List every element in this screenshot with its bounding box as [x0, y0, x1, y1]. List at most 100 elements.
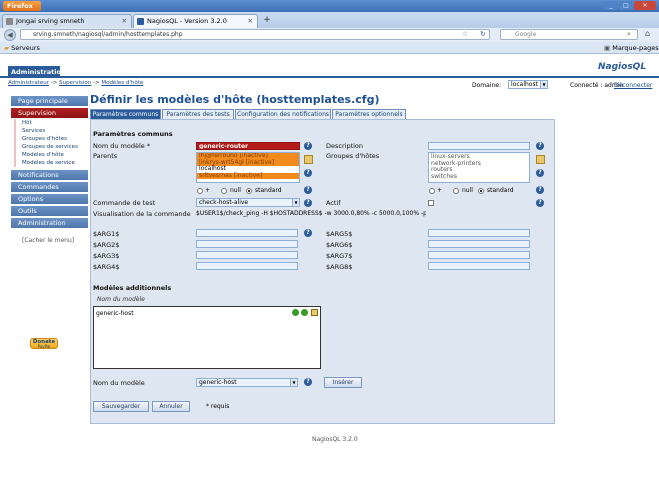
additional-templates-title: Modèles additionnels	[93, 284, 172, 292]
admin-tab[interactable]: Administration	[8, 66, 66, 78]
firefox-menu-button[interactable]: Firefox	[3, 1, 41, 11]
search-icon[interactable]: ⌕	[627, 30, 631, 39]
parents-listbox[interactable]: lhj@ferrouho [inactive] linkrys-wrt54gl …	[196, 152, 300, 183]
check-command-select[interactable]: check-host-alive ▼	[196, 198, 300, 207]
null-label: null	[230, 187, 241, 194]
help-icon[interactable]: ?	[304, 378, 312, 386]
help-icon[interactable]: ?	[536, 199, 544, 207]
arg8-input[interactable]	[428, 262, 530, 270]
domain-label: Domaine:	[472, 82, 501, 89]
arg7-input[interactable]	[428, 251, 530, 259]
page-title: Définir les modèles d'hôte (hosttemplate…	[90, 93, 380, 106]
browser-tab-1[interactable]: Jongai srving smneth ✕	[2, 14, 132, 28]
sidebar-options[interactable]: Options	[8, 194, 88, 204]
list-option[interactable]: switches	[429, 173, 529, 181]
add-template-select[interactable]: generic-host ▼	[196, 378, 298, 387]
sidebar-item-services[interactable]: Services	[14, 127, 88, 135]
arg3-input[interactable]	[196, 251, 298, 259]
reload-icon[interactable]: ↻	[480, 30, 486, 38]
arg1-input[interactable]	[196, 229, 298, 237]
sidebar-administration[interactable]: Administration	[8, 218, 88, 228]
move-down-icon[interactable]	[301, 309, 308, 316]
breadcrumb-item[interactable]: Administrateur	[8, 80, 49, 86]
hostgroups-plus-radio[interactable]	[429, 188, 435, 194]
close-tab-icon[interactable]: ✕	[122, 15, 127, 28]
tab-parametres-optionnels[interactable]: Paramètres optionnels	[332, 109, 406, 119]
additional-templates-list[interactable]: generic-host	[93, 306, 321, 369]
hide-menu-link[interactable]: [Cacher le menu]	[22, 237, 74, 244]
standard-label: standard	[487, 187, 514, 194]
arg2-input[interactable]	[196, 240, 298, 248]
tab-configuration-notifications[interactable]: Configuration des notifications	[235, 109, 331, 119]
help-icon[interactable]: ?	[304, 229, 312, 237]
bookmark-serveurs[interactable]: ▰ Serveurs	[4, 44, 40, 52]
sidebar-item-host-templates[interactable]: Modèles d'hôte	[14, 151, 88, 159]
sidebar-commandes[interactable]: Commandes	[8, 182, 88, 192]
active-checkbox[interactable]	[428, 200, 434, 206]
parents-standard-radio[interactable]	[246, 188, 252, 194]
url-text: srving.smneth/nagiosql/admin/hosttemplat…	[33, 31, 183, 38]
add-template-value: generic-host	[199, 379, 237, 386]
hostgroups-standard-radio[interactable]	[478, 188, 484, 194]
home-icon[interactable]: ⌂	[645, 29, 650, 38]
cancel-button[interactable]: Annuler	[152, 401, 190, 412]
check-command-value: check-host-alive	[199, 199, 249, 206]
close-tab-icon[interactable]: ✕	[248, 15, 253, 28]
template-name-input[interactable]: generic-router	[196, 142, 300, 150]
breadcrumb-item[interactable]: Supervision	[59, 80, 91, 86]
breadcrumb-item[interactable]: Modèles d'hôte	[101, 80, 143, 86]
sidebar-notifications[interactable]: Notifications	[8, 170, 88, 180]
arg4-input[interactable]	[196, 262, 298, 270]
insert-button[interactable]: Insérer	[324, 377, 362, 388]
close-window-button[interactable]: ✕	[634, 1, 656, 10]
sidebar-item-host[interactable]: Hôt	[14, 119, 88, 127]
chevron-down-icon: ▼	[540, 81, 547, 88]
sidebar-outils[interactable]: Outils	[8, 206, 88, 216]
browser-tab-2[interactable]: NagiosQL - Version 3.2.0 ✕	[133, 14, 258, 28]
donate-button[interactable]: Donate PayPal	[30, 338, 58, 349]
help-icon[interactable]: ?	[536, 186, 544, 194]
help-icon[interactable]: ?	[304, 199, 312, 207]
description-input[interactable]	[428, 142, 530, 150]
move-up-icon[interactable]	[292, 309, 299, 316]
tab-parametres-tests[interactable]: Paramètres des tests	[162, 109, 234, 119]
null-label: null	[462, 187, 473, 194]
browser-tab-label: Jongai srving smneth	[16, 17, 85, 25]
logout-link[interactable]: Déconnecter	[614, 82, 652, 89]
save-button[interactable]: Sauvegarder	[93, 401, 149, 412]
list-item[interactable]: generic-host	[96, 310, 134, 317]
help-icon[interactable]: ?	[304, 169, 312, 177]
maximize-button[interactable]: □	[619, 1, 633, 10]
arg6-input[interactable]	[428, 240, 530, 248]
sidebar-page-principale[interactable]: Page principale	[8, 96, 88, 106]
search-field[interactable]: Google	[500, 29, 638, 40]
list-option[interactable]: srltvesrnas [inactive]	[197, 172, 299, 179]
chevron-down-icon: ▼	[292, 199, 299, 206]
arg5-input[interactable]	[428, 229, 530, 237]
hostgroups-null-radio[interactable]	[453, 188, 459, 194]
edit-icon[interactable]	[304, 155, 313, 164]
parents-plus-radio[interactable]	[197, 188, 203, 194]
sidebar-item-hostgroups[interactable]: Groupes d'hôtes	[14, 135, 88, 143]
sidebar-item-service-templates[interactable]: Modèles de service	[14, 159, 88, 167]
domain-select[interactable]: localhost ▼	[508, 80, 548, 89]
url-field[interactable]: srving.smneth/nagiosql/admin/hosttemplat…	[20, 29, 490, 40]
active-label: Actif	[326, 199, 341, 207]
new-tab-button[interactable]: +	[261, 14, 273, 26]
help-icon[interactable]: ?	[536, 142, 544, 150]
sidebar-item-servicegroups[interactable]: Groupes de services	[14, 143, 88, 151]
help-icon[interactable]: ?	[304, 186, 312, 194]
star-icon[interactable]: ☆	[462, 30, 468, 38]
bookmarks-menu[interactable]: ▣ Marque-pages	[604, 44, 659, 52]
help-icon[interactable]: ?	[536, 169, 544, 177]
back-icon[interactable]: ◀	[4, 29, 16, 41]
minimize-button[interactable]: _	[604, 1, 618, 10]
help-icon[interactable]: ?	[304, 142, 312, 150]
edit-icon[interactable]	[536, 155, 545, 164]
delete-icon[interactable]	[311, 309, 318, 316]
parents-null-radio[interactable]	[221, 188, 227, 194]
sidebar-supervision[interactable]: Supervision	[8, 108, 88, 118]
hostgroups-listbox[interactable]: linux-servers network-printers routers s…	[428, 152, 530, 183]
arg8-label: $ARG8$	[326, 263, 353, 271]
tab-parametres-communs[interactable]: Paramètres communs	[90, 109, 161, 119]
